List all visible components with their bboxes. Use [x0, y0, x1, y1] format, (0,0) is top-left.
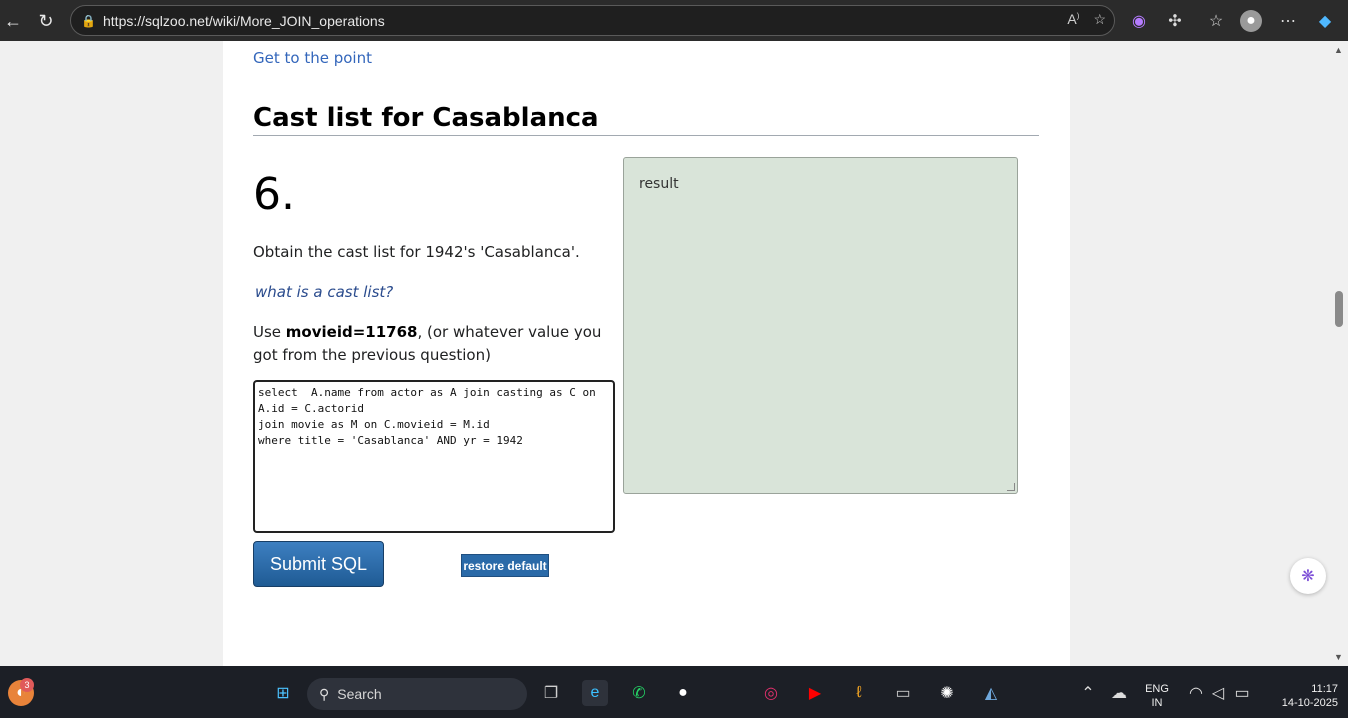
refresh-icon[interactable]: ↻	[33, 8, 59, 34]
get-to-the-point-link[interactable]: Get to the point	[253, 49, 372, 67]
copilot-extension-icon[interactable]: ◉	[1128, 10, 1150, 32]
copilot-icon[interactable]: ◆	[1314, 10, 1336, 32]
wiki-content: Get to the point Cast list for Casablanc…	[223, 41, 1070, 666]
profile-avatar-icon[interactable]: ●	[1240, 10, 1262, 32]
task-text: Obtain the cast list for 1942's 'Casabla…	[253, 243, 580, 261]
volume-icon[interactable]: ◁	[1205, 680, 1231, 706]
search-icon: ⚲	[319, 685, 330, 702]
task-view-icon[interactable]: ❐	[538, 680, 564, 706]
url-text[interactable]: https://sqlzoo.net/wiki/More_JOIN_operat…	[103, 13, 385, 29]
chatgpt-icon[interactable]: ✺	[934, 680, 960, 706]
start-windows-icon[interactable]: ⊞	[270, 680, 296, 706]
favorite-star-icon[interactable]: ☆	[1093, 11, 1106, 28]
battery-icon[interactable]: ▭	[1229, 680, 1255, 706]
onedrive-cloud-icon[interactable]: ☁	[1106, 680, 1132, 706]
section-title: Cast list for Casablanca	[253, 101, 1039, 136]
floating-copilot-icon[interactable]: ❋	[1290, 558, 1326, 594]
youtube-icon[interactable]: ▶	[802, 680, 828, 706]
favorites-icon[interactable]: ☆	[1205, 10, 1227, 32]
clock[interactable]: 11:17 14-10-2025	[1262, 682, 1338, 710]
result-label: result	[639, 176, 679, 192]
input-language[interactable]: ENG IN	[1140, 682, 1174, 710]
resize-grip[interactable]	[1007, 483, 1015, 491]
instagram-icon[interactable]: ◎	[758, 680, 784, 706]
notification-badge: 3	[20, 678, 34, 692]
movieid-value: movieid=11768	[285, 323, 418, 341]
address-bar-icons: A) ☆	[1067, 11, 1106, 28]
whatsapp-icon[interactable]: ✆	[626, 680, 652, 706]
clock-time: 11:17	[1311, 683, 1338, 695]
use-movieid-text: Use movieid=11768, (or whatever value yo…	[253, 321, 613, 367]
question-number: 6.	[253, 169, 295, 220]
back-arrow-icon[interactable]: ←	[0, 8, 26, 34]
scroll-down-arrow-icon[interactable]: ▼	[1334, 652, 1344, 662]
edge-browser-icon[interactable]: e	[582, 680, 608, 706]
lang-line2: IN	[1151, 697, 1163, 709]
lang-line1: ENG	[1145, 683, 1169, 695]
lock-icon: 🔒	[81, 13, 96, 28]
page-viewport: Get to the point Cast list for Casablanc…	[0, 41, 1330, 666]
search-label: Search	[337, 686, 382, 702]
vertical-scrollbar[interactable]: ▲ ▼	[1330, 41, 1348, 666]
restore-default-button[interactable]: restore default	[461, 554, 549, 577]
more-menu-icon[interactable]: ⋯	[1277, 10, 1299, 32]
github-icon[interactable]: ●	[670, 680, 696, 706]
sql-editor[interactable]: select A.name from actor as A join casti…	[253, 380, 615, 533]
address-bar[interactable]: 🔒 https://sqlzoo.net/wiki/More_JOIN_oper…	[70, 5, 1115, 36]
leetcode-icon[interactable]: ℓ	[846, 680, 872, 706]
show-hidden-icons-chevron-icon[interactable]: ⌃	[1075, 680, 1101, 706]
result-panel: result	[623, 157, 1018, 494]
cast-list-hint-link[interactable]: what is a cast list?	[255, 283, 393, 301]
scroll-thumb[interactable]	[1335, 291, 1343, 327]
clock-date: 14-10-2025	[1281, 697, 1338, 709]
browser-toolbar: ← ↻ 🔒 https://sqlzoo.net/wiki/More_JOIN_…	[0, 0, 1348, 41]
terminal-icon[interactable]: ▭	[890, 680, 916, 706]
submit-sql-button[interactable]: Submit SQL	[253, 541, 384, 587]
use-prefix: Use	[253, 323, 286, 341]
extensions-puzzle-icon[interactable]: ✣	[1164, 10, 1186, 32]
read-aloud-icon[interactable]: A)	[1067, 11, 1079, 28]
mysql-workbench-icon[interactable]: ◭	[978, 680, 1004, 706]
taskbar-search[interactable]: ⚲ Search	[307, 678, 527, 710]
windows-taskbar: ◐ 3 ⊞ ⚲ Search ❐ e ✆ ● ◎ ▶ ℓ ▭ ✺ ◭ ⌃ ☁ E…	[0, 666, 1348, 718]
scroll-up-arrow-icon[interactable]: ▲	[1334, 45, 1344, 55]
